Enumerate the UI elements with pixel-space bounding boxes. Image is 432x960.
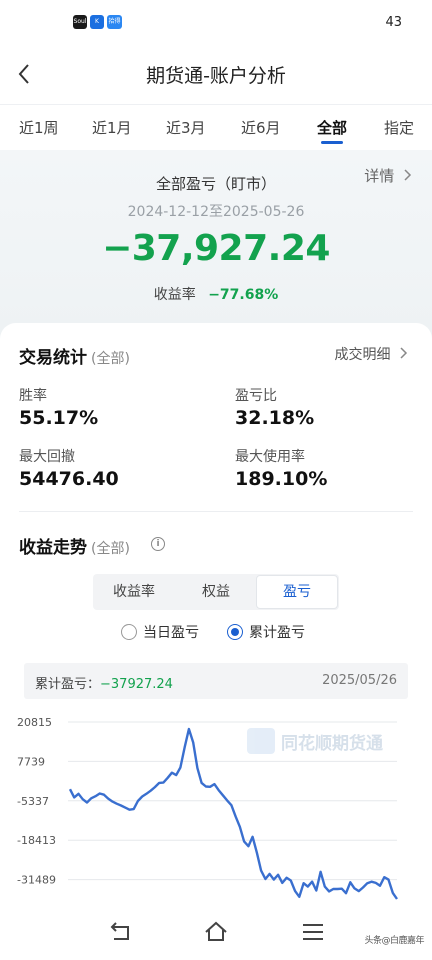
return-label: 收益率: [153, 287, 196, 303]
max-usage-value: 189.10%: [235, 468, 328, 490]
tooltip-value: −37927.24: [100, 677, 173, 692]
home-nav-icon[interactable]: [203, 919, 229, 945]
trend-metric-switch: 收益率 权益 盈亏: [93, 574, 339, 610]
details-link[interactable]: 详情: [364, 165, 412, 186]
radio-checked-icon: [227, 624, 243, 640]
win-rate-label: 胜率: [19, 388, 47, 404]
return-row: 收益率 −77.68%: [0, 284, 432, 304]
tab-all[interactable]: 全部: [317, 117, 347, 138]
segment-equity[interactable]: 权益: [175, 574, 257, 610]
radio-unchecked-icon: [121, 624, 137, 640]
return-value: −77.68%: [208, 287, 279, 303]
pnl-summary: 全部盈亏（盯市） 详情 2024-12-12至2025-05-26 −37,92…: [0, 150, 432, 340]
radio-cumulative-pnl-label: 累计盈亏: [249, 625, 305, 641]
period-tabs: 近1周 近1月 近3月 近6月 全部 指定: [0, 104, 432, 150]
y-tick-label: -31489: [17, 874, 56, 887]
max-drawdown-value: 54476.40: [19, 468, 119, 490]
nav-bar: 期货通-账户分析: [0, 48, 432, 100]
trend-scope: (全部): [91, 541, 130, 557]
chevron-right-icon: [400, 347, 408, 359]
y-tick-label: -5337: [17, 795, 49, 808]
trend-title-text: 收益走势: [19, 538, 87, 558]
max-drawdown-label: 最大回撤: [19, 449, 75, 465]
page-title: 期货通-账户分析: [146, 65, 286, 87]
status-icons: Soul K 拾得: [73, 15, 122, 29]
chevron-right-icon: [404, 169, 412, 181]
radio-daily-pnl[interactable]: 当日盈亏: [121, 622, 199, 642]
trend-title: 收益走势 (全部): [19, 533, 130, 558]
pnl-ratio-label: 盈亏比: [235, 388, 277, 404]
trade-stats-title: 交易统计 (全部): [19, 343, 130, 368]
tab-1-week[interactable]: 近1周: [19, 117, 59, 138]
k-app-icon: K: [90, 15, 104, 29]
trade-stats-title-text: 交易统计: [19, 348, 87, 368]
y-tick-label: 20815: [17, 716, 52, 729]
tooltip-label: 累计盈亏：−37927.24: [35, 673, 173, 692]
soul-app-icon: Soul: [73, 15, 87, 29]
trade-details-link[interactable]: 成交明细: [335, 344, 408, 364]
pnl-ratio-value: 32.18%: [235, 407, 315, 429]
radio-daily-pnl-label: 当日盈亏: [143, 625, 199, 641]
battery-level: 43: [385, 15, 402, 30]
radio-cumulative-pnl[interactable]: 累计盈亏: [227, 622, 305, 642]
total-pnl-value: −37,927.24: [102, 228, 330, 269]
tonghuashun-app-icon: 拾得: [107, 15, 122, 29]
status-bar: Soul K 拾得 43: [0, 0, 432, 44]
trade-details-label: 成交明细: [334, 347, 391, 363]
tooltip-date: 2025/05/26: [322, 673, 397, 688]
cumulative-pnl-chart[interactable]: 20815 7739 -5337 -18413 -31489: [0, 708, 432, 928]
watermark-caption: 头条@白鹿嘉年: [364, 936, 424, 946]
info-icon[interactable]: i: [151, 537, 165, 551]
win-rate-value: 55.17%: [19, 407, 99, 429]
tab-custom[interactable]: 指定: [384, 117, 414, 138]
active-tab-indicator: [321, 141, 343, 144]
system-navigation: 头条@白鹿嘉年: [0, 905, 432, 960]
tooltip-label-text: 累计盈亏：: [35, 677, 101, 692]
date-range: 2024-12-12至2025-05-26: [127, 204, 305, 220]
tab-3-months[interactable]: 近3月: [166, 117, 206, 138]
pnl-series-line: [68, 727, 398, 900]
trade-stats-scope: (全部): [91, 351, 130, 367]
section-divider: [19, 511, 413, 512]
max-usage-label: 最大使用率: [235, 449, 305, 465]
back-nav-icon[interactable]: [108, 919, 134, 945]
chart-tooltip: 累计盈亏：−37927.24 2025/05/26: [24, 663, 408, 699]
menu-nav-icon[interactable]: [300, 919, 326, 945]
tab-6-months[interactable]: 近6月: [241, 117, 281, 138]
stats-card: 交易统计 (全部) 成交明细 胜率 55.17% 盈亏比 32.18% 最大回撤 …: [0, 323, 432, 960]
y-tick-label: -18413: [17, 834, 56, 847]
tab-1-month[interactable]: 近1月: [92, 117, 132, 138]
segment-pnl[interactable]: 盈亏: [256, 575, 338, 609]
details-link-label: 详情: [364, 167, 395, 185]
segment-return-rate[interactable]: 收益率: [93, 574, 175, 610]
y-tick-label: 7739: [17, 755, 45, 768]
